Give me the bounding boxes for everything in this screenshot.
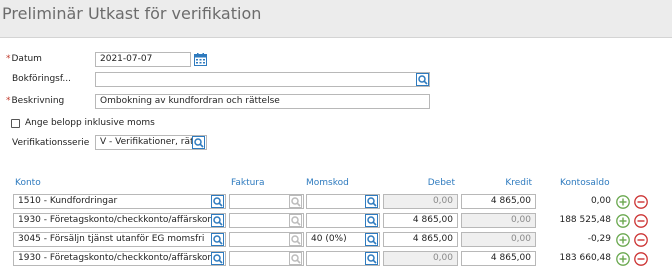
required-marker: *	[6, 96, 11, 106]
lookup-icon[interactable]	[211, 233, 224, 246]
ange-belopp-checkbox[interactable]	[11, 119, 20, 128]
lookup-icon[interactable]	[192, 136, 205, 149]
title-bar: Preliminär Utkast för verifikation	[0, 0, 672, 38]
kontosaldo-value: -0,29	[587, 234, 611, 244]
col-header-kredit: Kredit	[505, 178, 532, 188]
lookup-icon[interactable]	[211, 252, 224, 265]
konto-field[interactable]: 3045 - Försäljn tjänst utanför EG momsfr…	[13, 232, 226, 247]
verifikationsserie-field[interactable]: V - Verifikationer, rätt	[95, 135, 207, 150]
col-header-faktura: Faktura	[231, 178, 265, 188]
beskrivning-label-text: Beskrivning	[11, 96, 65, 106]
add-row-icon[interactable]	[616, 233, 630, 247]
lookup-icon[interactable]	[365, 214, 378, 227]
kontosaldo-value: 0,00	[590, 196, 611, 206]
kredit-field[interactable]: 0,00	[461, 213, 536, 228]
col-header-momskod: Momskod	[306, 178, 349, 188]
konto-field[interactable]: 1510 - Kundfordringar	[13, 194, 226, 209]
lookup-icon	[289, 214, 302, 227]
verifikationsserie-label: Verifikationsserie	[12, 138, 90, 148]
remove-row-icon[interactable]	[634, 252, 648, 266]
datum-label: *Datum	[6, 53, 42, 66]
page-title: Preliminär Utkast för verifikation	[2, 4, 262, 23]
lookup-icon[interactable]	[365, 252, 378, 265]
bokforingsf-field[interactable]	[95, 72, 430, 87]
lookup-icon[interactable]	[211, 214, 224, 227]
datum-label-text: Datum	[11, 54, 42, 64]
debet-field[interactable]: 4 865,00	[383, 213, 458, 228]
col-header-debet: Debet	[427, 178, 455, 188]
lookup-icon	[289, 195, 302, 208]
calendar-icon[interactable]	[194, 53, 207, 66]
add-row-icon[interactable]	[616, 214, 630, 228]
remove-row-icon[interactable]	[634, 233, 648, 247]
debet-field[interactable]: 4 865,00	[383, 232, 458, 247]
beskrivning-label: *Beskrivning	[6, 95, 64, 108]
add-row-icon[interactable]	[616, 195, 630, 209]
col-header-konto: Konto	[15, 178, 41, 188]
konto-field[interactable]: 1930 - Företagskonto/checkkonto/affärsko…	[13, 251, 226, 266]
col-header-kontosaldo: Kontosaldo	[560, 178, 610, 188]
kontosaldo-value: 183 660,48	[559, 253, 611, 263]
kontosaldo-value: 188 525,48	[559, 215, 611, 225]
konto-field[interactable]: 1930 - Företagskonto/checkkonto/affärsko…	[13, 213, 226, 228]
lookup-icon	[289, 233, 302, 246]
bokforingsf-label: Bokföringsf...	[12, 74, 71, 84]
lookup-icon	[289, 252, 302, 265]
datum-field[interactable]: 2021-07-07	[95, 52, 191, 67]
add-row-icon[interactable]	[616, 252, 630, 266]
kredit-field[interactable]: 4 865,00	[461, 251, 536, 266]
kredit-field[interactable]: 0,00	[461, 232, 536, 247]
lookup-icon[interactable]	[211, 195, 224, 208]
kredit-field[interactable]: 4 865,00	[461, 194, 536, 209]
ange-belopp-label: Ange belopp inklusive moms	[25, 118, 155, 128]
required-marker: *	[6, 54, 11, 64]
lookup-icon[interactable]	[416, 73, 429, 86]
lookup-icon[interactable]	[365, 233, 378, 246]
beskrivning-field[interactable]: Ombokning av kundfordran och rättelse	[95, 94, 430, 109]
debet-field[interactable]: 0,00	[383, 194, 458, 209]
lookup-icon[interactable]	[365, 195, 378, 208]
remove-row-icon[interactable]	[634, 214, 648, 228]
debet-field[interactable]: 0,00	[383, 251, 458, 266]
remove-row-icon[interactable]	[634, 195, 648, 209]
